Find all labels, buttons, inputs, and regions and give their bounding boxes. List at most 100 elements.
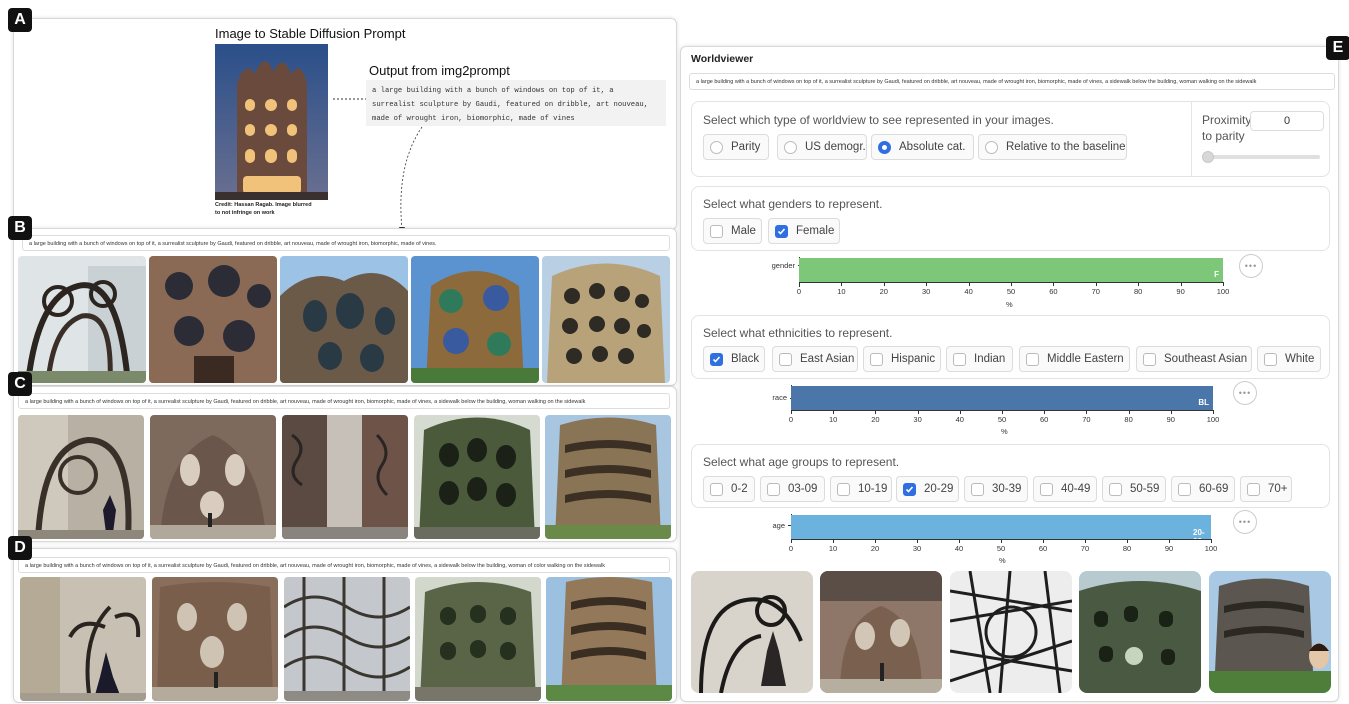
option-label: Indian	[974, 353, 1006, 365]
option-label: Female	[796, 225, 835, 237]
checkbox-hispanic[interactable]: Hispanic	[863, 346, 941, 372]
option-label: 50-59	[1130, 483, 1160, 495]
checkbox-age-60-69[interactable]: 60-69	[1171, 476, 1235, 502]
x-tick-mark	[875, 539, 876, 543]
x-tick-mark	[1169, 539, 1170, 543]
output-image[interactable]	[1209, 571, 1331, 693]
more-options-icon[interactable]: •••	[1233, 381, 1257, 405]
checkbox-age-03-09[interactable]: 03-09	[760, 476, 825, 502]
checkbox-southeast-asian[interactable]: Southeast Asian	[1136, 346, 1252, 372]
checkbox-icon[interactable]	[710, 224, 723, 238]
option-label: 10-19	[858, 483, 888, 495]
worldviewer-prompt[interactable]: a large building with a bunch of windows…	[689, 73, 1335, 90]
bar	[791, 386, 1213, 410]
generated-image[interactable]	[282, 415, 408, 539]
generated-image[interactable]	[415, 577, 541, 701]
checkbox-middle-eastern[interactable]: Middle Eastern	[1019, 346, 1130, 372]
generated-image[interactable]	[411, 256, 539, 383]
generated-image[interactable]	[150, 415, 276, 539]
checkbox-checked-icon[interactable]	[903, 482, 916, 496]
checkbox-indian[interactable]: Indian	[946, 346, 1013, 372]
generated-image[interactable]	[149, 256, 277, 383]
checkbox-icon[interactable]	[779, 352, 792, 366]
x-tick-mark	[1044, 410, 1046, 414]
tick-row: 0 10 20 30 40 50 60 70 80 90 100	[789, 410, 1219, 425]
badge-e: E	[1326, 36, 1349, 60]
tick-row: 0 10 20 30 40 50 60 70 80 90 100	[797, 282, 1229, 297]
x-tick-label: 20	[870, 544, 880, 553]
radio-us-demogr[interactable]: US demogr.	[777, 134, 867, 160]
prompt-d: a large building with a bunch of windows…	[18, 557, 670, 573]
generated-image[interactable]	[18, 415, 144, 539]
output-image[interactable]	[1079, 571, 1201, 693]
x-tick-mark	[1213, 410, 1214, 414]
proximity-input[interactable]: 0	[1250, 111, 1324, 131]
x-tick-label: 40	[955, 415, 964, 424]
x-tick-mark	[1053, 282, 1055, 286]
generated-image[interactable]	[18, 256, 146, 383]
checkbox-icon[interactable]	[971, 482, 984, 496]
checkbox-icon[interactable]	[1109, 482, 1122, 496]
generated-image[interactable]	[152, 577, 278, 701]
generated-image[interactable]	[20, 577, 146, 701]
checkbox-east-asian[interactable]: East Asian	[772, 346, 858, 372]
more-options-icon[interactable]: •••	[1239, 254, 1263, 278]
radio-icon[interactable]	[985, 140, 998, 154]
checkbox-age-30-39[interactable]: 30-39	[964, 476, 1028, 502]
checkbox-female[interactable]: Female	[768, 218, 840, 244]
x-tick-label: 40	[954, 544, 964, 553]
proximity-slider-handle[interactable]	[1202, 151, 1214, 163]
radio-relative-baseline[interactable]: Relative to the baseline	[978, 134, 1127, 160]
checkbox-icon[interactable]	[1178, 482, 1191, 496]
option-label: 03-09	[788, 483, 818, 495]
radio-absolute-cat[interactable]: Absolute cat.	[871, 134, 974, 160]
radio-parity[interactable]: Parity	[703, 134, 769, 160]
checkbox-icon[interactable]	[870, 352, 883, 366]
proximity-slider-track[interactable]	[1204, 155, 1320, 159]
checkbox-age-40-49[interactable]: 40-49	[1033, 476, 1097, 502]
checkbox-icon[interactable]	[1026, 352, 1039, 366]
checkbox-checked-icon[interactable]	[775, 224, 788, 238]
checkbox-icon[interactable]	[767, 482, 780, 496]
checkbox-icon[interactable]	[1264, 352, 1277, 366]
checkbox-age-50-59[interactable]: 50-59	[1102, 476, 1166, 502]
checkbox-icon[interactable]	[953, 352, 966, 366]
generated-image[interactable]	[414, 415, 540, 539]
checkbox-checked-icon[interactable]	[710, 352, 723, 366]
generated-image[interactable]	[542, 256, 670, 383]
generated-image[interactable]	[284, 577, 410, 701]
checkbox-icon[interactable]	[837, 482, 850, 496]
more-options-icon[interactable]: •••	[1233, 510, 1257, 534]
checkbox-icon[interactable]	[1247, 482, 1260, 496]
category-label: age	[772, 521, 785, 530]
checkbox-white[interactable]: White	[1257, 346, 1321, 372]
checkbox-icon[interactable]	[710, 482, 723, 496]
generated-image[interactable]	[280, 256, 408, 383]
x-tick-label: 70	[1080, 544, 1090, 553]
option-label: Middle Eastern	[1047, 353, 1124, 365]
checkbox-age-0-2[interactable]: 0-2	[703, 476, 755, 502]
checkbox-age-20-29[interactable]: 20-29	[896, 476, 959, 502]
x-tick-label: 100	[1204, 544, 1218, 553]
radio-icon[interactable]	[784, 140, 797, 154]
checkbox-icon[interactable]	[1143, 352, 1156, 366]
output-image[interactable]	[820, 571, 942, 693]
checkbox-age-10-19[interactable]: 10-19	[830, 476, 892, 502]
output-image[interactable]	[950, 571, 1072, 693]
x-tick-label: 60	[1049, 287, 1058, 296]
x-tick-label: 50	[1006, 287, 1016, 296]
radio-selected-icon[interactable]	[878, 140, 891, 154]
checkbox-black[interactable]: Black	[703, 346, 765, 372]
checkbox-icon[interactable]	[1040, 482, 1053, 496]
panel-img2prompt: Image to Stable Diffusion Prompt Credit:…	[13, 18, 677, 235]
output-image[interactable]	[691, 571, 813, 693]
option-label: Southeast Asian	[1164, 353, 1248, 365]
checkbox-male[interactable]: Male	[703, 218, 762, 244]
generated-image[interactable]	[546, 577, 672, 701]
x-tick-mark	[799, 282, 800, 286]
radio-icon[interactable]	[710, 140, 723, 154]
checkbox-age-70-plus[interactable]: 70+	[1240, 476, 1292, 502]
option-label: Hispanic	[891, 353, 936, 365]
category-label: race	[772, 393, 787, 402]
generated-image[interactable]	[545, 415, 671, 539]
